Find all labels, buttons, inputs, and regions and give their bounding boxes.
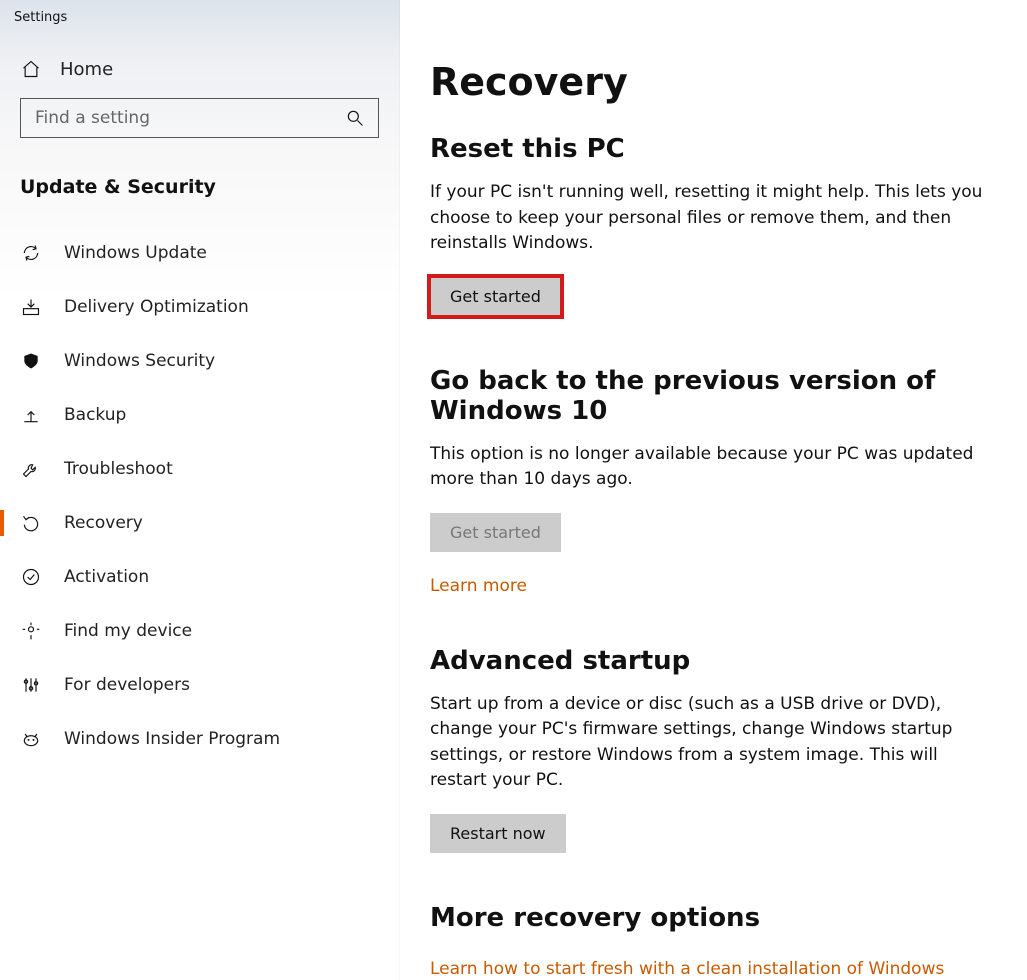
insider-icon [20,728,42,750]
sidebar-item-recovery[interactable]: Recovery [0,496,399,550]
shield-icon [20,350,42,372]
section-body: This option is no longer available becau… [430,442,990,493]
settings-sidebar: Settings Home Update & Security Windows … [0,0,400,980]
section-body: If your PC isn't running well, resetting… [430,180,990,257]
sidebar-item-label: Delivery Optimization [64,297,249,317]
goback-get-started-button: Get started [430,513,561,552]
reset-get-started-button[interactable]: Get started [430,277,561,316]
section-advanced-startup: Advanced startup Start up from a device … [430,646,990,853]
search-icon [344,107,366,129]
location-icon [20,620,42,642]
section-heading: Advanced startup [430,646,990,676]
check-circle-icon [20,566,42,588]
sidebar-item-label: Recovery [64,513,143,533]
sidebar-item-label: Backup [64,405,126,425]
sidebar-item-label: Windows Security [64,351,215,371]
start-fresh-link[interactable]: Learn how to start fresh with a clean in… [430,959,944,979]
search-box[interactable] [20,98,379,138]
sidebar-item-delivery-optimization[interactable]: Delivery Optimization [0,280,399,334]
section-body: Start up from a device or disc (such as … [430,692,990,794]
restart-now-button[interactable]: Restart now [430,814,566,853]
section-go-back: Go back to the previous version of Windo… [430,366,990,596]
sidebar-nav-list: Windows Update Delivery Optimization Win… [0,226,399,766]
sidebar-item-for-developers[interactable]: For developers [0,658,399,712]
sidebar-item-windows-security[interactable]: Windows Security [0,334,399,388]
recovery-icon [20,512,42,534]
download-icon [20,296,42,318]
sidebar-item-windows-update[interactable]: Windows Update [0,226,399,280]
sidebar-item-label: Windows Update [64,243,207,263]
sidebar-item-backup[interactable]: Backup [0,388,399,442]
nav-home-label: Home [60,59,113,80]
section-reset-this-pc: Reset this PC If your PC isn't running w… [430,134,990,316]
sidebar-item-label: Troubleshoot [64,459,173,479]
learn-more-link[interactable]: Learn more [430,576,527,596]
search-container [0,98,399,158]
sidebar-item-troubleshoot[interactable]: Troubleshoot [0,442,399,496]
sidebar-item-find-my-device[interactable]: Find my device [0,604,399,658]
section-more-recovery: More recovery options Learn how to start… [430,903,990,979]
section-heading: Go back to the previous version of Windo… [430,366,990,426]
sidebar-item-label: Find my device [64,621,192,641]
backup-icon [20,404,42,426]
main-content: Recovery Reset this PC If your PC isn't … [400,0,1027,980]
section-heading: More recovery options [430,903,990,933]
sliders-icon [20,674,42,696]
sidebar-item-label: Activation [64,567,149,587]
page-title: Recovery [430,60,997,104]
sidebar-item-activation[interactable]: Activation [0,550,399,604]
sidebar-section-title: Update & Security [0,158,399,216]
window-title: Settings [0,0,399,42]
wrench-icon [20,458,42,480]
home-icon [20,58,42,80]
search-input[interactable] [33,107,344,129]
nav-home[interactable]: Home [0,42,399,98]
sidebar-item-label: For developers [64,675,190,695]
sidebar-item-label: Windows Insider Program [64,729,280,749]
sidebar-item-insider-program[interactable]: Windows Insider Program [0,712,399,766]
section-heading: Reset this PC [430,134,990,164]
sync-icon [20,242,42,264]
